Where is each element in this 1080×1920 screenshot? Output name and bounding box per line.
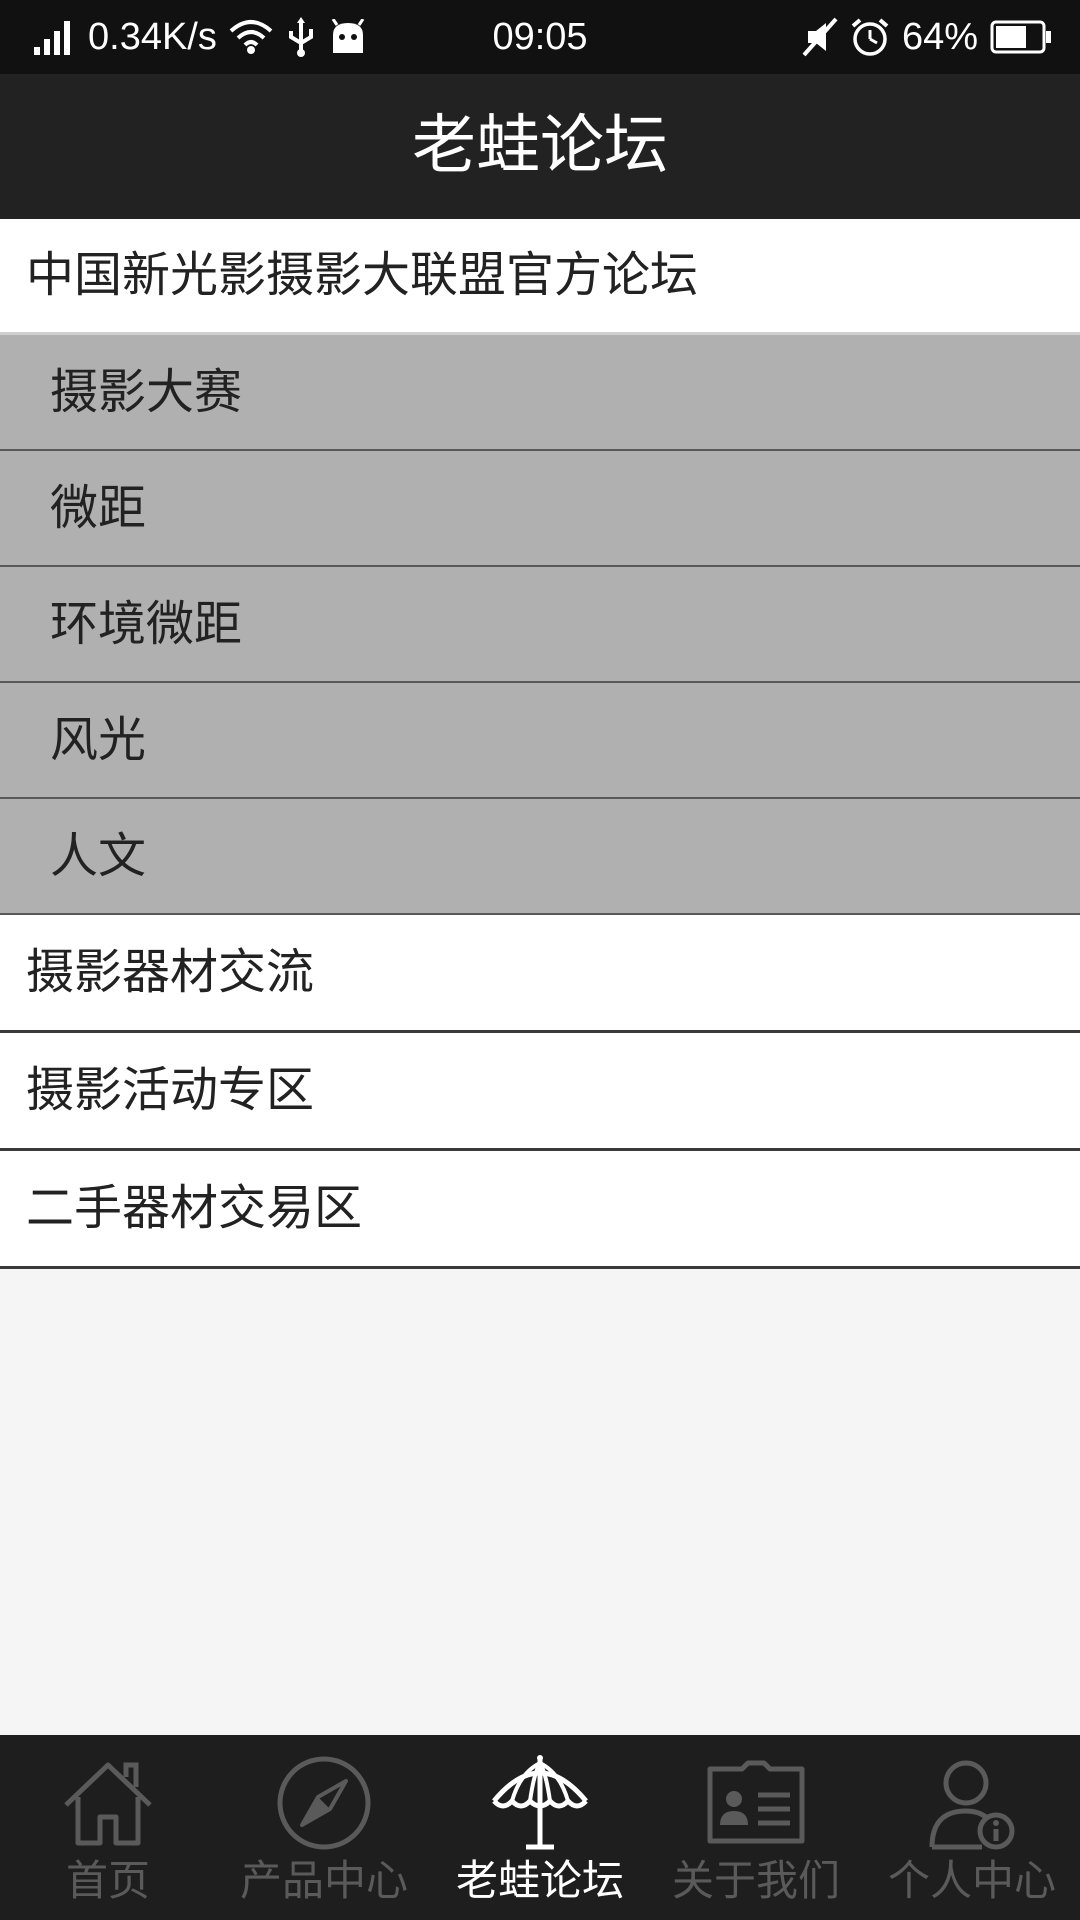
home-icon <box>58 1753 158 1853</box>
page-title: 老蛙论坛 <box>0 74 1080 219</box>
forum-list: 中国新光影摄影大联盟官方论坛 摄影大赛 微距 环境微距 风光 人文 摄影器材交流… <box>0 219 1080 1269</box>
network-speed: 0.34K/s <box>88 15 217 58</box>
tab-label: 产品中心 <box>239 1856 408 1905</box>
tab-about[interactable]: 关于我们 <box>648 1735 864 1920</box>
user-info-icon <box>922 1753 1022 1853</box>
tab-forum[interactable]: 老蛙论坛 <box>432 1735 648 1920</box>
mute-icon <box>802 17 838 57</box>
subforum-item[interactable]: 微距 <box>0 451 1080 567</box>
status-bar: 0.34K/s 09:05 64% <box>0 0 1080 74</box>
usb-icon <box>285 17 317 57</box>
umbrella-icon <box>490 1753 590 1853</box>
subforum-item[interactable]: 摄影大赛 <box>0 335 1080 451</box>
subforum-item[interactable]: 人文 <box>0 799 1080 915</box>
contact-card-icon <box>706 1753 806 1853</box>
battery-percent: 64% <box>901 15 978 58</box>
signal-icon <box>34 19 76 55</box>
tab-label: 老蛙论坛 <box>455 1856 624 1905</box>
status-right: 64% <box>796 0 1058 74</box>
battery-icon <box>990 20 1052 54</box>
forum-category[interactable]: 中国新光影摄影大联盟官方论坛 <box>0 219 1080 335</box>
tab-home[interactable]: 首页 <box>0 1735 216 1920</box>
tab-label: 关于我们 <box>671 1856 840 1905</box>
subforum-item[interactable]: 风光 <box>0 683 1080 799</box>
forum-item[interactable]: 摄影器材交流 <box>0 915 1080 1033</box>
tab-products[interactable]: 产品中心 <box>216 1735 432 1920</box>
tab-profile[interactable]: 个人中心 <box>864 1735 1080 1920</box>
android-debug-icon <box>329 19 367 55</box>
tab-label: 首页 <box>65 1856 150 1905</box>
wifi-icon <box>229 17 273 57</box>
status-left: 0.34K/s <box>28 0 373 74</box>
alarm-icon <box>850 17 890 57</box>
bottom-tab-bar: 首页 产品中心 老蛙论坛 关于我们 个人中心 <box>0 1735 1080 1920</box>
subforum-item[interactable]: 环境微距 <box>0 567 1080 683</box>
forum-item[interactable]: 二手器材交易区 <box>0 1151 1080 1269</box>
compass-icon <box>274 1753 374 1853</box>
forum-item[interactable]: 摄影活动专区 <box>0 1033 1080 1151</box>
tab-label: 个人中心 <box>887 1856 1056 1905</box>
